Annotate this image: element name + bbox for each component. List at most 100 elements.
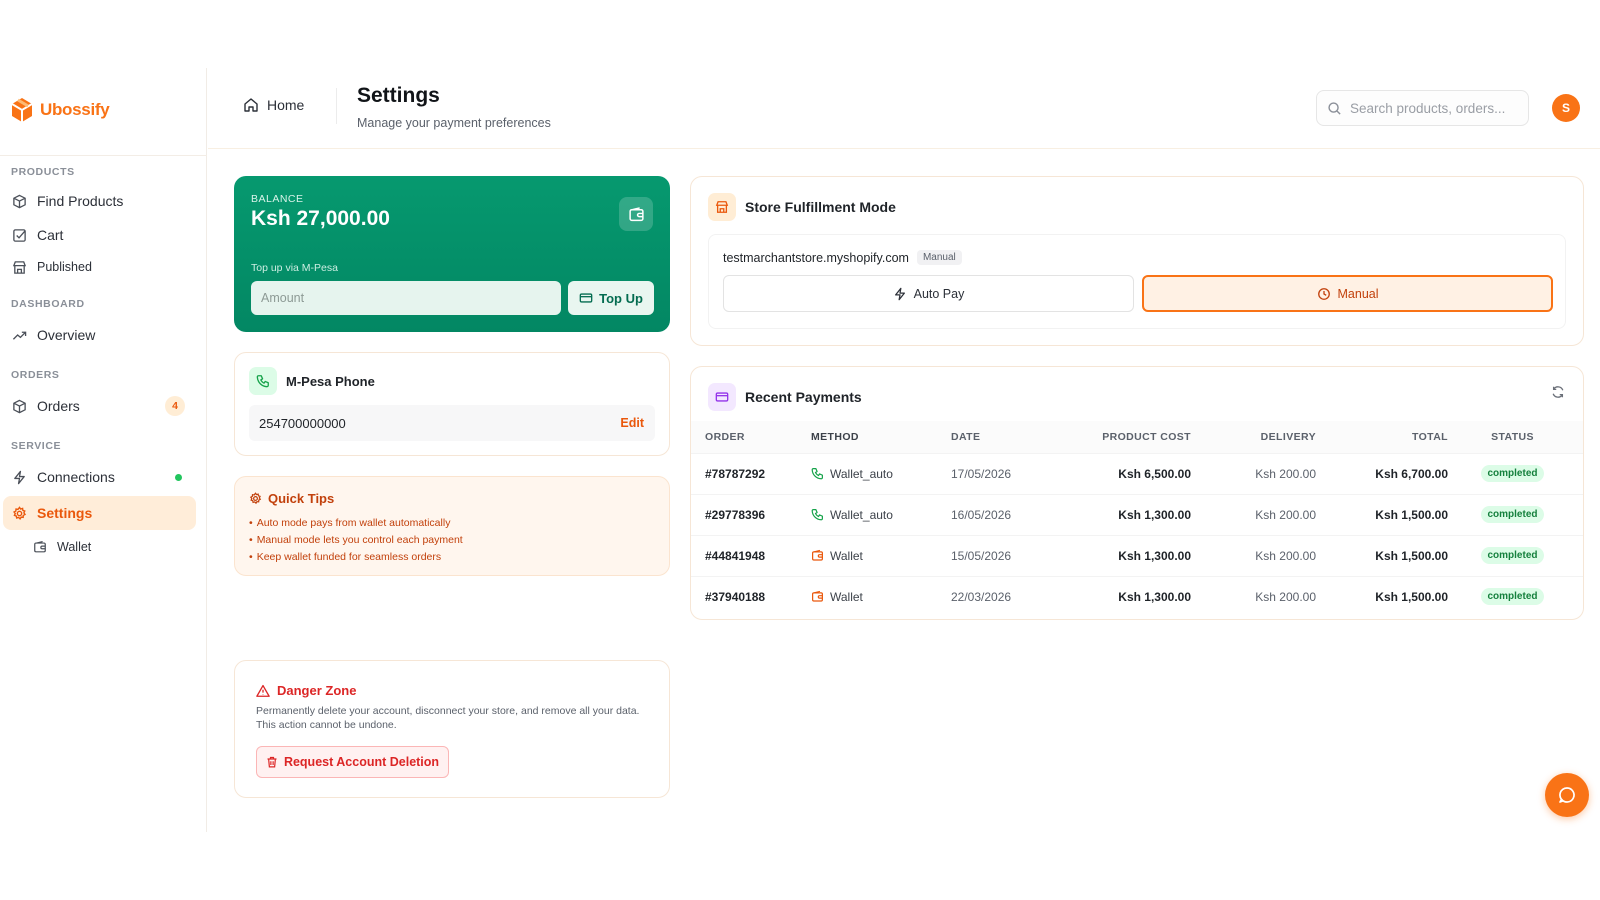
divider [0, 155, 207, 156]
product-cost: Ksh 1,300.00 [1061, 575, 1191, 617]
balance-label: BALANCE [251, 193, 304, 205]
request-deletion-button[interactable]: Request Account Deletion [256, 746, 449, 778]
column-header: ORDER [691, 421, 811, 453]
tips-list: Auto mode pays from wallet automatically… [249, 515, 463, 566]
order-id: #78787292 [691, 452, 811, 494]
section-label-products: PRODUCTS [11, 166, 75, 178]
order-id: #29778396 [691, 493, 811, 535]
order-id: #44841948 [691, 534, 811, 576]
current-mode-badge: Manual [916, 250, 962, 265]
payment-date: 17/05/2026 [951, 452, 1061, 494]
search-box[interactable] [1316, 90, 1529, 126]
search-input[interactable] [1350, 100, 1522, 116]
sidebar-item-label: Find Products [37, 193, 124, 209]
mpesa-phone-header: M-Pesa Phone [249, 367, 375, 395]
method-label: Wallet [830, 548, 863, 563]
connection-status-dot [175, 473, 182, 481]
gear-icon [12, 505, 27, 521]
section-label-orders: ORDERS [11, 369, 60, 381]
topup-button[interactable]: Top Up [568, 281, 654, 315]
table-row[interactable]: #37940188 Wallet 22/03/2026 Ksh 1,300.00… [691, 575, 1583, 617]
delivery-cost: Ksh 200.00 [1191, 575, 1316, 617]
sidebar-item-orders[interactable]: Orders 4 [3, 389, 196, 423]
phone-number-row: 254700000000 Edit [249, 405, 655, 441]
delivery-cost: Ksh 200.00 [1191, 452, 1316, 494]
product-cost: Ksh 1,300.00 [1061, 534, 1191, 576]
store-line: testmarchantstore.myshopify.com Manual [723, 250, 962, 265]
manual-option[interactable]: Manual [1142, 275, 1553, 312]
sidebar: Ubossify PRODUCTS Find Products Cart Pub… [0, 68, 207, 832]
sidebar-item-find-products[interactable]: Find Products [3, 184, 196, 218]
delivery-cost: Ksh 200.00 [1191, 534, 1316, 576]
store-icon [12, 260, 27, 275]
sidebar-item-label: Orders [37, 398, 80, 414]
zap-icon [893, 287, 907, 301]
tip-item: Keep wallet funded for seamless orders [249, 549, 463, 566]
manual-label: Manual [1337, 286, 1379, 301]
total-amount: Ksh 6,700.00 [1316, 452, 1448, 494]
balance-card: BALANCE Ksh 27,000.00 Top up via M-Pesa … [234, 176, 670, 332]
mpesa-phone-card: M-Pesa Phone 254700000000 Edit [234, 352, 670, 456]
method-label: Wallet_auto [830, 507, 893, 522]
brand-logo[interactable]: Ubossify [8, 94, 110, 126]
method-cell: Wallet [811, 575, 951, 617]
quick-tips-card: Quick Tips Auto mode pays from wallet au… [234, 476, 670, 576]
chat-icon [1557, 785, 1577, 805]
sidebar-item-label: Published [37, 260, 92, 274]
method-label: Wallet_auto [830, 466, 893, 481]
sidebar-item-published[interactable]: Published [3, 250, 196, 284]
phone-number: 254700000000 [259, 415, 346, 431]
sidebar-item-label: Overview [37, 327, 96, 343]
auto-pay-option[interactable]: Auto Pay [723, 275, 1134, 312]
section-label-dashboard: DASHBOARD [11, 298, 85, 310]
sidebar-item-wallet[interactable]: Wallet [24, 530, 196, 564]
card-icon [579, 291, 593, 305]
table-row[interactable]: #78787292 Wallet_auto 17/05/2026 Ksh 6,5… [691, 452, 1583, 494]
refresh-icon[interactable] [1551, 385, 1565, 399]
topup-button-label: Top Up [599, 290, 643, 306]
warning-icon [256, 684, 270, 698]
sidebar-item-cart[interactable]: Cart [3, 218, 196, 252]
column-header: METHOD [811, 421, 951, 453]
status-cell: completed [1448, 534, 1583, 576]
method-cell: Wallet_auto [811, 493, 951, 535]
sidebar-item-label: Settings [37, 505, 93, 521]
amount-input[interactable] [251, 281, 561, 315]
payment-date: 22/03/2026 [951, 575, 1061, 617]
zap-icon [12, 470, 27, 485]
store-icon [708, 193, 736, 221]
sidebar-item-overview[interactable]: Overview [3, 318, 196, 352]
fulfillment-mode-card: Store Fulfillment Mode testmarchantstore… [690, 176, 1584, 346]
topup-label: Top up via M-Pesa [251, 262, 338, 274]
product-cost: Ksh 1,300.00 [1061, 493, 1191, 535]
payments-title: Recent Payments [745, 389, 862, 405]
sidebar-item-connections[interactable]: Connections [3, 460, 196, 494]
gear-icon [249, 492, 262, 505]
avatar[interactable]: S [1552, 94, 1580, 122]
orders-count-badge: 4 [165, 396, 185, 416]
auto-pay-label: Auto Pay [913, 286, 965, 301]
payment-date: 16/05/2026 [951, 493, 1061, 535]
method-cell: Wallet [811, 534, 951, 576]
quick-tips-title: Quick Tips [268, 491, 335, 506]
status-badge: completed [1481, 465, 1544, 482]
method-cell: Wallet_auto [811, 452, 951, 494]
status-cell: completed [1448, 575, 1583, 617]
column-header: DELIVERY [1191, 421, 1316, 453]
table-row[interactable]: #29778396 Wallet_auto 16/05/2026 Ksh 1,3… [691, 493, 1583, 535]
column-header: STATUS [1448, 421, 1583, 453]
edit-phone-button[interactable]: Edit [620, 416, 644, 430]
table-row[interactable]: #44841948 Wallet 15/05/2026 Ksh 1,300.00… [691, 534, 1583, 576]
home-link[interactable]: Home [243, 97, 304, 113]
tip-item: Auto mode pays from wallet automatically [249, 515, 463, 532]
chat-button[interactable] [1545, 773, 1589, 817]
danger-zone-card: Danger Zone Permanently delete your acco… [234, 660, 670, 798]
sidebar-item-label: Wallet [57, 540, 92, 554]
mpesa-phone-title: M-Pesa Phone [286, 373, 375, 389]
total-amount: Ksh 1,500.00 [1316, 493, 1448, 535]
card-icon [708, 383, 736, 411]
sidebar-item-settings[interactable]: Settings [3, 496, 196, 530]
wallet-icon [811, 549, 824, 562]
phone-icon [811, 508, 824, 521]
quick-tips-header: Quick Tips [249, 491, 334, 506]
